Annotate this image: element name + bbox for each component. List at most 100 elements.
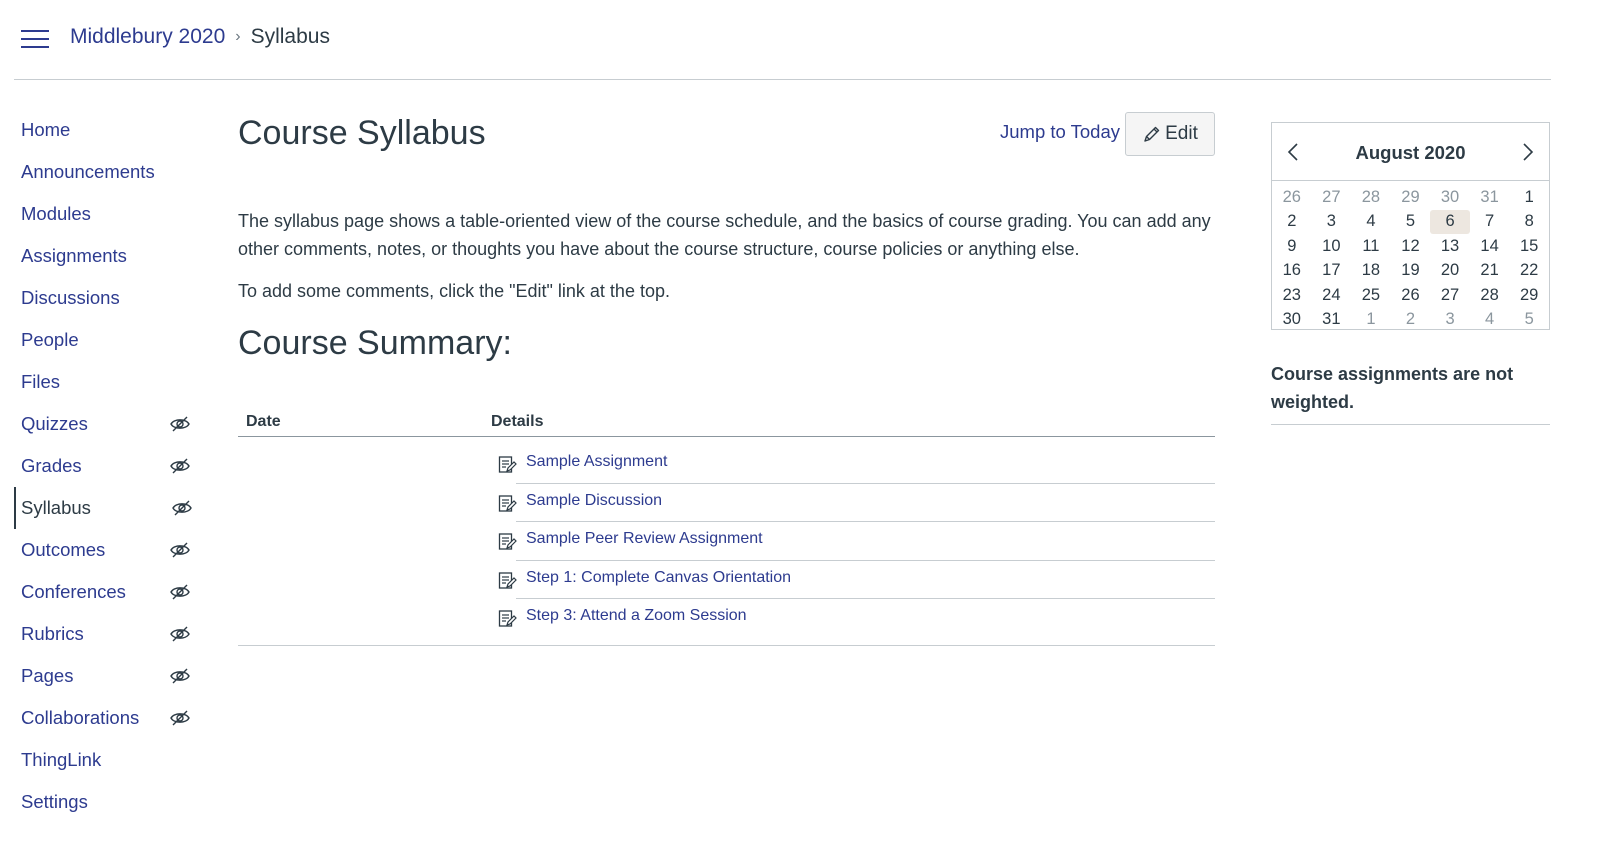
sidebar-item-label: Rubrics <box>21 623 84 644</box>
hidden-eye-icon <box>169 709 191 727</box>
calendar-day[interactable]: 12 <box>1391 234 1431 259</box>
calendar-day[interactable]: 11 <box>1351 234 1391 259</box>
hidden-eye-icon <box>169 625 191 643</box>
sidebar-item-label: People <box>21 329 79 350</box>
sidebar-item-outcomes[interactable]: Outcomes <box>14 529 204 571</box>
summary-table-header: Date Details <box>238 410 1215 437</box>
breadcrumb-course-link[interactable]: Middlebury 2020 <box>70 25 225 49</box>
calendar-day[interactable]: 18 <box>1351 259 1391 284</box>
sidebar-item-announcements[interactable]: Announcements <box>14 151 204 193</box>
sidebar-item-discussions[interactable]: Discussions <box>14 277 204 319</box>
sidebar-item-files[interactable]: Files <box>14 361 204 403</box>
calendar-day[interactable]: 6 <box>1430 209 1470 234</box>
calendar-day[interactable]: 27 <box>1312 185 1352 210</box>
assignment-link[interactable]: Step 1: Complete Canvas Orientation <box>526 569 791 587</box>
sidebar-item-label: ThingLink <box>21 749 102 770</box>
calendar-day[interactable]: 29 <box>1509 283 1549 308</box>
assignment-icon <box>498 571 517 590</box>
table-row: Sample Peer Review Assignment <box>238 522 1215 561</box>
calendar-day[interactable]: 15 <box>1509 234 1549 259</box>
mini-calendar: August 2020 26 27 28 29 30 31 1 2 3 4 5 6 7 8 9 10 11 12 1… <box>1271 122 1550 330</box>
sidebar-item-label: Home <box>21 119 71 140</box>
sidebar-item-people[interactable]: People <box>14 319 204 361</box>
calendar-day[interactable]: 17 <box>1312 259 1352 284</box>
calendar-day[interactable]: 31 <box>1312 308 1352 333</box>
calendar-day[interactable]: 24 <box>1312 283 1352 308</box>
sidebar-item-label: Pages <box>21 665 74 686</box>
sidebar-item-settings[interactable]: Settings <box>14 781 204 823</box>
calendar-day[interactable]: 29 <box>1391 185 1431 210</box>
hidden-eye-icon <box>169 583 191 601</box>
calendar-day[interactable]: 9 <box>1272 234 1312 259</box>
sidebar-item-assignments[interactable]: Assignments <box>14 235 204 277</box>
page-title: Course Syllabus <box>238 114 486 152</box>
sidebar-item-modules[interactable]: Modules <box>14 193 204 235</box>
assignment-link[interactable]: Sample Discussion <box>526 492 662 510</box>
calendar-day[interactable]: 7 <box>1470 210 1510 235</box>
calendar-day[interactable]: 10 <box>1312 234 1352 259</box>
calendar-day[interactable]: 28 <box>1351 185 1391 210</box>
sidebar-item-quizzes[interactable]: Quizzes <box>14 403 204 445</box>
sidebar-item-conferences[interactable]: Conferences <box>14 571 204 613</box>
calendar-day[interactable]: 3 <box>1312 210 1352 235</box>
calendar-day[interactable]: 14 <box>1470 234 1510 259</box>
calendar-day[interactable]: 16 <box>1272 259 1312 284</box>
sidebar-item-label: Collaborations <box>21 707 140 728</box>
calendar-day[interactable]: 1 <box>1351 308 1391 333</box>
edit-button[interactable]: Edit <box>1125 112 1215 156</box>
assignment-link[interactable]: Sample Assignment <box>526 453 667 471</box>
sidebar-item-grades[interactable]: Grades <box>14 445 204 487</box>
sidebar-item-home[interactable]: Home <box>14 109 204 151</box>
calendar-day[interactable]: 21 <box>1470 259 1510 284</box>
calendar-day[interactable]: 13 <box>1430 234 1470 259</box>
assignment-icon <box>498 532 517 551</box>
sidebar-item-label: Discussions <box>21 287 120 308</box>
calendar-month-title: August 2020 <box>1355 142 1466 163</box>
calendar-day[interactable]: 27 <box>1430 283 1470 308</box>
calendar-day[interactable]: 5 <box>1391 210 1431 235</box>
sidebar-item-label: Files <box>21 371 61 392</box>
calendar-day[interactable]: 19 <box>1391 259 1431 284</box>
chevron-right-icon[interactable] <box>1517 141 1537 163</box>
assignment-link[interactable]: Step 3: Attend a Zoom Session <box>526 607 747 625</box>
pencil-icon <box>1144 126 1160 142</box>
calendar-day[interactable]: 22 <box>1509 259 1549 284</box>
summary-table-body: Sample Assignment Sample Discussion Sample… <box>238 445 1215 638</box>
breadcrumb-chevron-icon: › <box>235 28 241 45</box>
calendar-day[interactable]: 5 <box>1509 308 1549 333</box>
calendar-day[interactable]: 26 <box>1391 283 1431 308</box>
calendar-day[interactable]: 1 <box>1509 185 1549 210</box>
calendar-day[interactable]: 30 <box>1272 308 1312 333</box>
sidebar-item-collaborations[interactable]: Collaborations <box>14 697 204 739</box>
assignment-icon <box>498 609 517 628</box>
sidebar-item-label: Grades <box>21 455 82 476</box>
sidebar-item-label: Settings <box>21 791 88 812</box>
hamburger-menu-icon[interactable] <box>21 28 49 50</box>
sidebar-item-rubrics[interactable]: Rubrics <box>14 613 204 655</box>
calendar-day[interactable]: 2 <box>1391 308 1431 333</box>
calendar-day[interactable]: 28 <box>1470 283 1510 308</box>
column-header-date: Date <box>246 413 281 430</box>
calendar-day[interactable]: 26 <box>1272 185 1312 210</box>
sidebar-item-label: Modules <box>21 203 91 224</box>
calendar-day[interactable]: 2 <box>1272 210 1312 235</box>
calendar-day[interactable]: 30 <box>1430 185 1470 210</box>
sidebar-item-thinglink[interactable]: ThingLink <box>14 739 204 781</box>
calendar-day[interactable]: 23 <box>1272 283 1312 308</box>
sidebar-item-syllabus[interactable]: Syllabus <box>14 487 204 529</box>
assignment-link[interactable]: Sample Peer Review Assignment <box>526 530 763 548</box>
hidden-eye-icon <box>169 667 191 685</box>
calendar-day[interactable]: 20 <box>1430 259 1470 284</box>
calendar-day[interactable]: 25 <box>1351 283 1391 308</box>
table-divider <box>238 645 1215 646</box>
calendar-day[interactable]: 8 <box>1509 210 1549 235</box>
sidebar-item-pages[interactable]: Pages <box>14 655 204 697</box>
sidebar-item-label: Quizzes <box>21 413 88 434</box>
hidden-eye-icon <box>169 541 191 559</box>
top-header: Middlebury 2020 › Syllabus <box>14 0 1551 80</box>
calendar-day[interactable]: 31 <box>1470 185 1510 210</box>
jump-to-today-link[interactable]: Jump to Today <box>1000 121 1120 143</box>
calendar-day[interactable]: 3 <box>1430 308 1470 333</box>
calendar-day[interactable]: 4 <box>1470 308 1510 333</box>
calendar-day[interactable]: 4 <box>1351 210 1391 235</box>
